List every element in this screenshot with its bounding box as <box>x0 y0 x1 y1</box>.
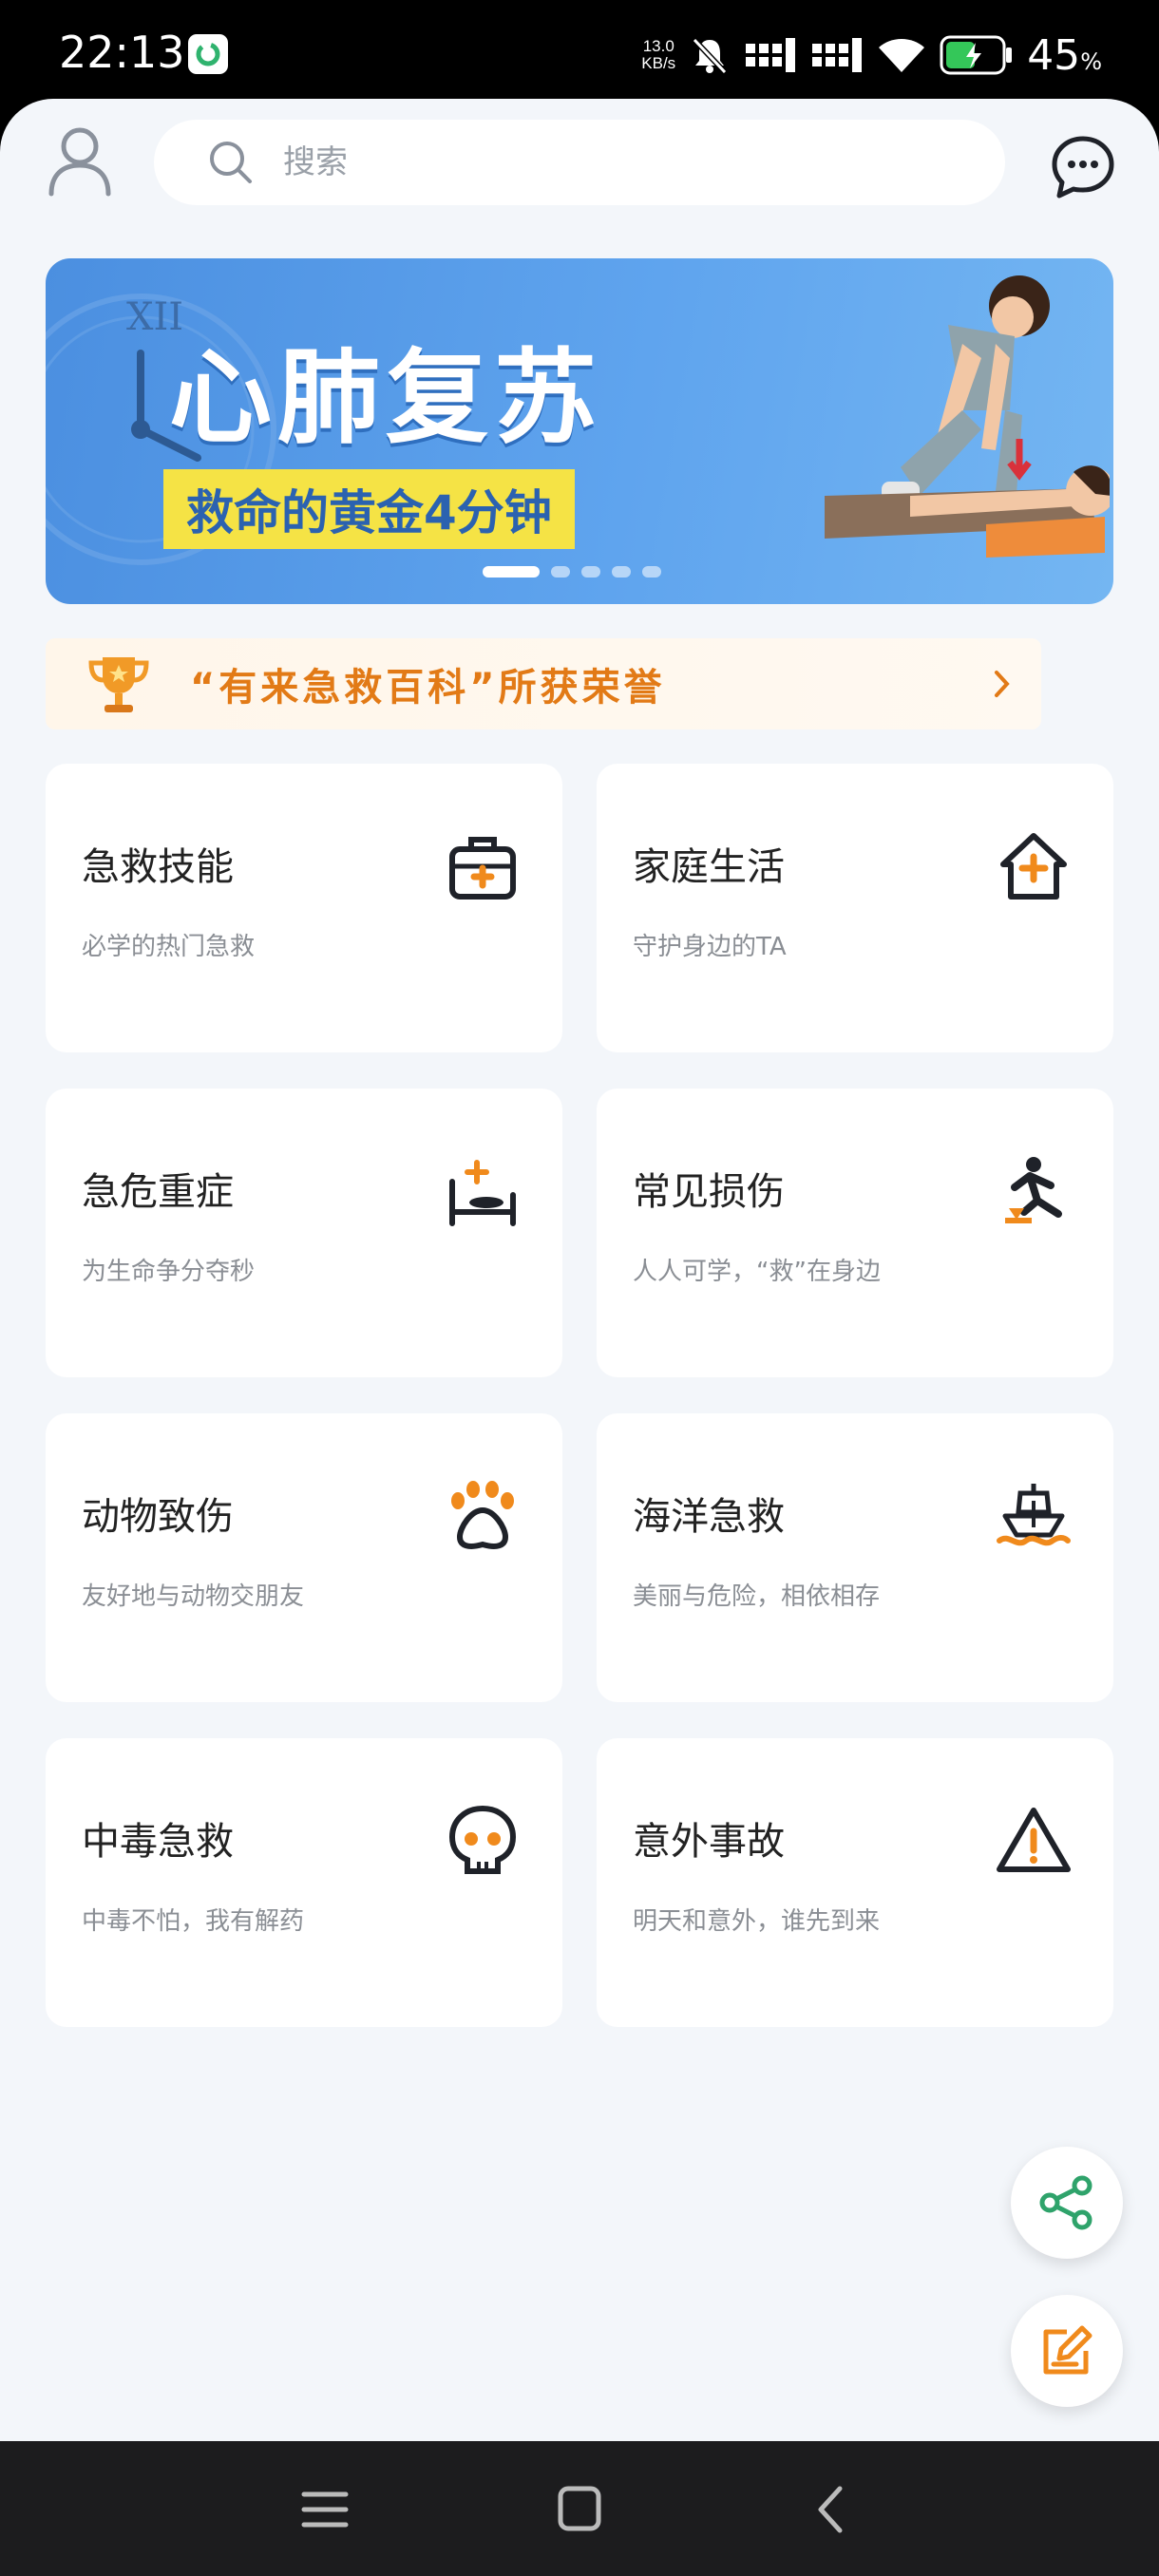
card-subtitle: 友好地与动物交朋友 <box>82 1582 305 1611</box>
hospital-bed-icon <box>449 1160 516 1226</box>
app-notification-icon <box>188 34 228 74</box>
card-title: 中毒急救 <box>82 1820 234 1864</box>
pagination-dot[interactable] <box>642 566 661 578</box>
category-card-first-aid-skills[interactable]: 急救技能 必学的热门急救 <box>46 764 562 1052</box>
status-bar: 22:13 13.0 KB/s 45% <box>0 0 1159 104</box>
back-icon[interactable] <box>804 2483 861 2536</box>
share-icon <box>1039 2175 1092 2230</box>
card-title: 家庭生活 <box>633 845 785 889</box>
profile-button[interactable] <box>46 123 114 198</box>
card-subtitle: 为生命争分夺秒 <box>82 1258 256 1286</box>
app-surface: XII 心肺复苏 救命的黄金4分钟 <box>0 99 1159 2441</box>
pagination-dot[interactable] <box>612 566 631 578</box>
battery-percent: 45% <box>1027 30 1102 80</box>
messages-button[interactable] <box>1049 133 1117 201</box>
card-title: 海洋急救 <box>633 1495 785 1539</box>
category-card-accidents[interactable]: 意外事故 明天和意外，谁先到来 <box>597 1738 1113 2027</box>
battery-icon <box>940 35 1013 75</box>
user-icon <box>48 127 111 197</box>
search-icon <box>210 142 252 183</box>
category-card-common-injuries[interactable]: 常见损伤 人人可学，“救”在身边 <box>597 1089 1113 1377</box>
card-subtitle: 中毒不怕，我有解药 <box>82 1907 305 1936</box>
card-title: 急危重症 <box>82 1170 234 1214</box>
network-speed: 13.0 KB/s <box>641 37 676 72</box>
honors-text: “有来急救百科”所获荣誉 <box>190 666 666 710</box>
card-title: 常见损伤 <box>633 1170 785 1214</box>
menu-icon[interactable] <box>296 2483 353 2536</box>
falling-person-icon <box>1005 1157 1062 1223</box>
wifi-icon <box>879 39 925 72</box>
cpr-banner[interactable]: XII 心肺复苏 救命的黄金4分钟 <box>46 258 1113 604</box>
skull-icon <box>448 1805 517 1874</box>
share-button[interactable] <box>1011 2147 1123 2259</box>
banner-title: 心肺复苏 <box>169 339 603 458</box>
banner-pagination <box>483 566 661 578</box>
ship-icon <box>997 1484 1071 1546</box>
top-bar <box>0 99 1159 213</box>
card-subtitle: 美丽与危险，相依相存 <box>633 1582 881 1611</box>
category-card-animal-injuries[interactable]: 动物致伤 友好地与动物交朋友 <box>46 1413 562 1702</box>
system-navigation-bar <box>0 2441 1159 2576</box>
warning-icon <box>997 1808 1071 1872</box>
pagination-dot[interactable] <box>581 566 600 578</box>
category-card-poisoning[interactable]: 中毒急救 中毒不怕，我有解药 <box>46 1738 562 2027</box>
pagination-dot-active[interactable] <box>483 566 540 578</box>
card-subtitle: 守护身边的TA <box>633 933 787 961</box>
card-subtitle: 明天和意外，谁先到来 <box>633 1907 881 1936</box>
first-aid-kit-icon <box>449 837 516 900</box>
edit-note-icon <box>1043 2325 1092 2375</box>
signal-icon-1 <box>746 38 796 72</box>
cpr-illustration <box>825 275 1110 558</box>
card-title: 动物致伤 <box>82 1495 234 1539</box>
banner-subtitle: 救命的黄金4分钟 <box>163 469 575 549</box>
pagination-dot[interactable] <box>551 566 570 578</box>
chevron-right-icon <box>995 671 1010 697</box>
category-card-critical-illness[interactable]: 急危重症 为生命争分夺秒 <box>46 1089 562 1377</box>
category-card-family-life[interactable]: 家庭生活 守护身边的TA <box>597 764 1113 1052</box>
mute-icon <box>693 37 728 75</box>
signal-icon-2 <box>812 38 863 72</box>
chat-bubble-icon <box>1052 136 1114 199</box>
category-card-ocean-first-aid[interactable]: 海洋急救 美丽与危险，相依相存 <box>597 1413 1113 1702</box>
feedback-button[interactable] <box>1011 2295 1123 2407</box>
trophy-icon <box>88 657 149 712</box>
honors-banner[interactable]: “有来急救百科”所获荣誉 <box>46 638 1041 729</box>
home-plus-icon <box>1000 833 1067 900</box>
home-icon[interactable] <box>551 2483 608 2536</box>
card-title: 急救技能 <box>82 845 234 889</box>
search-bar[interactable] <box>154 120 1005 205</box>
card-subtitle: 人人可学，“救”在身边 <box>633 1258 881 1286</box>
search-input[interactable] <box>283 143 853 181</box>
card-title: 意外事故 <box>633 1820 785 1864</box>
status-right-group: 13.0 KB/s 45% <box>641 28 1102 82</box>
card-subtitle: 必学的热门急救 <box>82 933 256 961</box>
status-time: 22:13 <box>59 27 185 78</box>
paw-icon <box>451 1481 514 1549</box>
